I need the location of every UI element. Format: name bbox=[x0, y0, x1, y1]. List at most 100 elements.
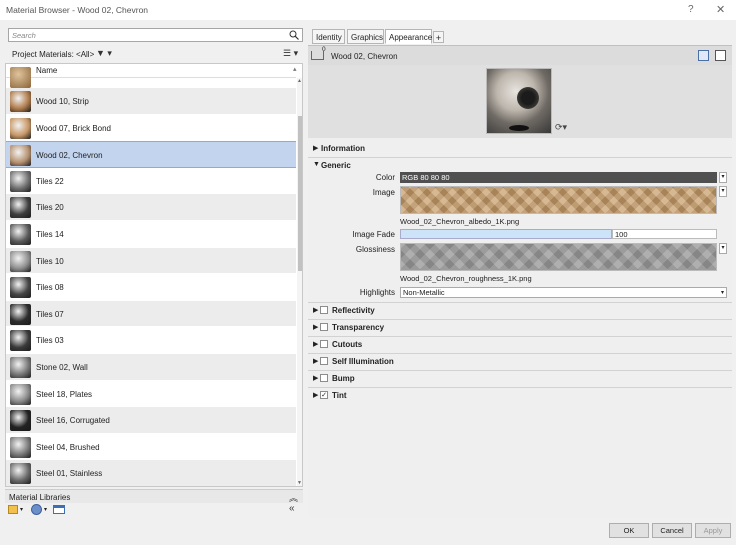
section-tint[interactable]: ▶ ✓ Tint bbox=[308, 387, 732, 402]
tab-graphics[interactable]: Graphics bbox=[347, 29, 384, 44]
section-bump-label: Bump bbox=[332, 374, 355, 383]
expand-arrow-icon[interactable]: ▶ bbox=[313, 357, 318, 365]
glossiness-dropdown-icon[interactable]: ▾ bbox=[719, 243, 727, 254]
section-self-illumination-label: Self Illumination bbox=[332, 357, 394, 366]
expand-arrow-icon[interactable]: ▶ bbox=[313, 374, 318, 382]
glossiness-texture-swatch[interactable] bbox=[400, 243, 717, 271]
scroll-up-icon[interactable]: ▲ bbox=[297, 78, 302, 84]
section-self-illumination[interactable]: ▶ Self Illumination bbox=[308, 353, 732, 368]
material-name: Wood 10, Strip bbox=[36, 97, 89, 106]
material-name: Steel 18, Plates bbox=[36, 389, 93, 399]
section-bump[interactable]: ▶ Bump bbox=[308, 370, 732, 385]
expand-arrow-icon[interactable]: ▶ bbox=[313, 340, 318, 348]
search-input[interactable]: Search bbox=[8, 28, 303, 42]
search-placeholder: Search bbox=[12, 31, 36, 40]
color-dropdown-icon[interactable]: ▾ bbox=[719, 172, 727, 183]
section-cutouts[interactable]: ▶ Cutouts bbox=[308, 336, 732, 351]
material-name: Tiles 22 bbox=[36, 176, 64, 186]
material-row[interactable]: Wood 07, Brick Bond bbox=[6, 115, 296, 142]
scrollbar-thumb[interactable] bbox=[298, 116, 302, 271]
collapse-arrow-icon[interactable]: ▼ bbox=[313, 161, 320, 168]
open-library-icon[interactable] bbox=[8, 505, 18, 514]
project-materials-label: Project Materials: <All> bbox=[12, 50, 95, 59]
material-thumbnail bbox=[10, 383, 31, 405]
material-row[interactable]: Steel 18, Plates bbox=[6, 381, 296, 408]
title-bar: Material Browser - Wood 02, Chevron ? ✕ bbox=[0, 0, 736, 20]
material-libraries-bar[interactable]: Material Libraries ︽ bbox=[5, 489, 303, 503]
material-thumbnail bbox=[10, 145, 31, 167]
material-row[interactable]: Tiles 22 bbox=[6, 168, 296, 195]
reflectivity-checkbox[interactable] bbox=[320, 306, 328, 314]
material-editor-panel: Identity Graphics Appearance + 0 Wood 02… bbox=[308, 26, 732, 518]
material-thumbnail bbox=[10, 330, 31, 352]
scroll-down-icon[interactable]: ▼ bbox=[297, 480, 302, 486]
asset-name: Wood 02, Chevron bbox=[331, 52, 398, 61]
material-name: Wood 07, Brick Bond bbox=[36, 123, 112, 133]
material-row[interactable]: Tiles 14 bbox=[6, 221, 296, 248]
highlights-label: Highlights bbox=[359, 288, 395, 297]
section-information-label: Information bbox=[321, 144, 365, 153]
window-title: Material Browser - Wood 02, Chevron bbox=[6, 5, 149, 15]
chevron-down-icon: ▾ bbox=[720, 290, 724, 296]
material-name: Tiles 08 bbox=[36, 283, 64, 293]
image-dropdown-icon[interactable]: ▾ bbox=[719, 186, 727, 197]
tint-checkbox[interactable]: ✓ bbox=[320, 391, 328, 399]
collapse-panel-icon[interactable]: « bbox=[289, 503, 295, 514]
name-column-label: Name bbox=[36, 66, 58, 75]
image-fade-value[interactable]: 100 bbox=[612, 229, 717, 239]
help-icon[interactable]: ? bbox=[688, 4, 694, 15]
material-preview bbox=[486, 68, 552, 134]
replace-asset-icon[interactable] bbox=[698, 50, 709, 61]
view-options-icon[interactable]: ☰ ▾ bbox=[283, 48, 298, 59]
open-library-dropdown-icon[interactable]: ▾ bbox=[20, 506, 23, 513]
material-list-panel: Search Project Materials: <All> ▼ ▾ ☰ ▾ … bbox=[5, 26, 303, 518]
cancel-button[interactable]: Cancel bbox=[652, 523, 692, 538]
material-row[interactable]: Stone 02, Wall bbox=[6, 353, 296, 381]
name-column-header[interactable]: Name ▴ bbox=[6, 64, 297, 78]
add-tab-button[interactable]: + bbox=[433, 31, 444, 43]
duplicate-asset-icon[interactable] bbox=[715, 50, 726, 61]
material-row[interactable]: Tiles 20 bbox=[6, 194, 296, 221]
create-material-dropdown-icon[interactable]: ▾ bbox=[44, 506, 47, 513]
render-options-icon[interactable]: ⟳▾ bbox=[555, 122, 567, 133]
material-row[interactable]: Steel 04, Brushed bbox=[6, 434, 296, 461]
material-row[interactable]: Steel 16, Corrugated bbox=[6, 407, 296, 434]
section-transparency[interactable]: ▶ Transparency bbox=[308, 319, 732, 334]
self-illumination-checkbox[interactable] bbox=[320, 357, 328, 365]
image-fade-slider[interactable] bbox=[400, 229, 612, 239]
apply-button[interactable]: Apply bbox=[695, 523, 731, 538]
section-reflectivity[interactable]: ▶ Reflectivity bbox=[308, 302, 732, 317]
close-icon[interactable]: ✕ bbox=[716, 3, 725, 16]
expand-arrow-icon[interactable]: ▶ bbox=[313, 144, 318, 152]
create-material-icon[interactable] bbox=[31, 504, 42, 515]
sort-caret-icon: ▴ bbox=[293, 66, 297, 73]
material-row[interactable]: Tiles 08 bbox=[6, 274, 296, 301]
cutouts-checkbox[interactable] bbox=[320, 340, 328, 348]
tab-identity[interactable]: Identity bbox=[312, 29, 345, 44]
expand-arrow-icon[interactable]: ▶ bbox=[313, 306, 318, 314]
material-row[interactable]: Steel 01, Stainless bbox=[6, 460, 296, 486]
image-texture-swatch[interactable] bbox=[400, 186, 717, 214]
material-row[interactable]: Wood 02, Chevron bbox=[6, 141, 296, 168]
material-thumbnail bbox=[10, 303, 31, 325]
asset-browser-icon[interactable] bbox=[53, 505, 65, 514]
ok-button[interactable]: OK bbox=[609, 523, 649, 538]
expand-arrow-icon[interactable]: ▶ bbox=[313, 391, 318, 399]
material-thumbnail bbox=[10, 117, 31, 139]
tab-appearance[interactable]: Appearance bbox=[385, 29, 432, 44]
material-row[interactable]: Tiles 10 bbox=[6, 247, 296, 275]
search-icon[interactable] bbox=[289, 30, 299, 40]
highlights-select[interactable]: Non-Metallic ▾ bbox=[400, 287, 727, 298]
material-row[interactable]: Wood 10, Strip bbox=[6, 88, 296, 115]
list-scrollbar[interactable]: ▲ ▼ bbox=[297, 78, 302, 486]
expand-arrow-icon[interactable]: ▶ bbox=[313, 323, 318, 331]
filter-icon[interactable]: ▼ ▾ bbox=[96, 48, 112, 59]
material-row[interactable]: Tiles 07 bbox=[6, 300, 296, 328]
material-row[interactable]: Tiles 03 bbox=[6, 327, 296, 354]
material-thumbnail bbox=[10, 277, 31, 299]
section-generic[interactable]: ▼ Generic bbox=[308, 157, 732, 172]
section-information[interactable]: ▶ Information bbox=[308, 141, 732, 156]
bump-checkbox[interactable] bbox=[320, 374, 328, 382]
color-field[interactable]: RGB 80 80 80 bbox=[400, 172, 717, 183]
transparency-checkbox[interactable] bbox=[320, 323, 328, 331]
